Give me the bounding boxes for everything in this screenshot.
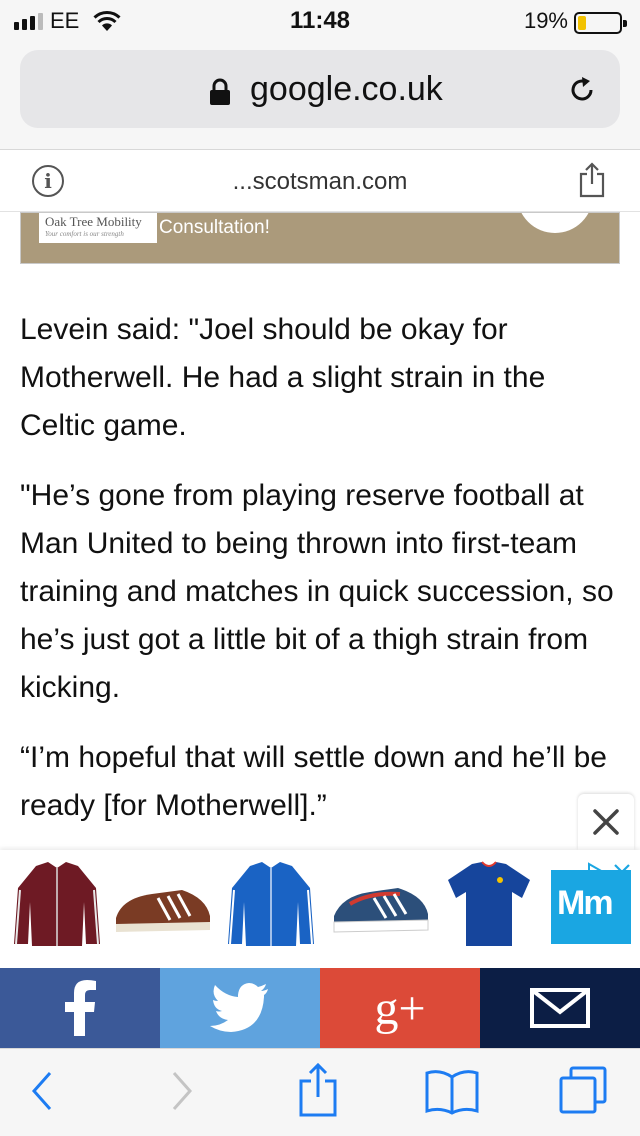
brown-trainers[interactable]	[112, 858, 214, 950]
forward-icon[interactable]	[170, 1069, 194, 1113]
advertiser-logo: Oak Tree Mobility Your comfort is our st…	[39, 213, 157, 243]
twitter-icon	[210, 983, 268, 1032]
bookmarks-icon[interactable]	[424, 1069, 480, 1115]
status-bar: EE 11:48 19%	[0, 0, 640, 40]
share-icon[interactable]	[298, 1063, 338, 1117]
googleplus-icon: g+	[374, 981, 426, 1035]
amp-header: i ...scotsman.com	[0, 150, 640, 212]
back-icon[interactable]	[30, 1069, 54, 1113]
twitter-share-button[interactable]	[160, 968, 320, 1048]
email-icon	[530, 988, 590, 1028]
advertiser-logo[interactable]: Mm	[551, 870, 631, 944]
top-ad-banner[interactable]: Oak Tree Mobility Your comfort is our st…	[20, 212, 620, 264]
battery-level	[578, 16, 586, 30]
share-icon[interactable]	[578, 162, 606, 198]
tabs-icon[interactable]	[558, 1065, 608, 1115]
battery-percentage: 19%	[523, 8, 568, 33]
amp-site-name[interactable]: ...scotsman.com	[0, 168, 640, 196]
article-paragraph: "He’s gone from playing reserve football…	[20, 479, 614, 704]
ad-text: Consultation!	[159, 217, 270, 238]
url-domain: google.co.uk	[250, 70, 443, 108]
facebook-icon	[65, 980, 96, 1036]
article-paragraph: “I’m hopeful that will settle down and h…	[20, 741, 607, 822]
blue-trainers[interactable]	[330, 858, 432, 950]
ad-cta-circle[interactable]	[517, 213, 593, 233]
address-bar[interactable]: google.co.uk	[20, 50, 620, 128]
close-ad-button[interactable]	[578, 794, 634, 850]
browser-toolbar	[0, 1048, 640, 1136]
social-share-bar: g+	[0, 968, 640, 1048]
googleplus-share-button[interactable]: g+	[320, 968, 480, 1048]
close-icon	[593, 809, 619, 835]
address-bar-area: google.co.uk	[0, 40, 640, 150]
product-ad-strip[interactable]: Mm	[0, 850, 640, 968]
maroon-track-jacket[interactable]	[6, 858, 108, 950]
lock-icon	[210, 78, 230, 105]
email-share-button[interactable]	[480, 968, 640, 1048]
blue-track-jacket[interactable]	[220, 858, 322, 950]
blue-football-shirt[interactable]	[438, 858, 540, 950]
article-paragraph: Levein said: "Joel should be okay for Mo…	[20, 313, 546, 442]
reload-icon[interactable]	[566, 74, 598, 106]
facebook-share-button[interactable]	[0, 968, 160, 1048]
article-body: Levein said: "Joel should be okay for Mo…	[20, 306, 625, 852]
battery-icon	[574, 12, 627, 34]
